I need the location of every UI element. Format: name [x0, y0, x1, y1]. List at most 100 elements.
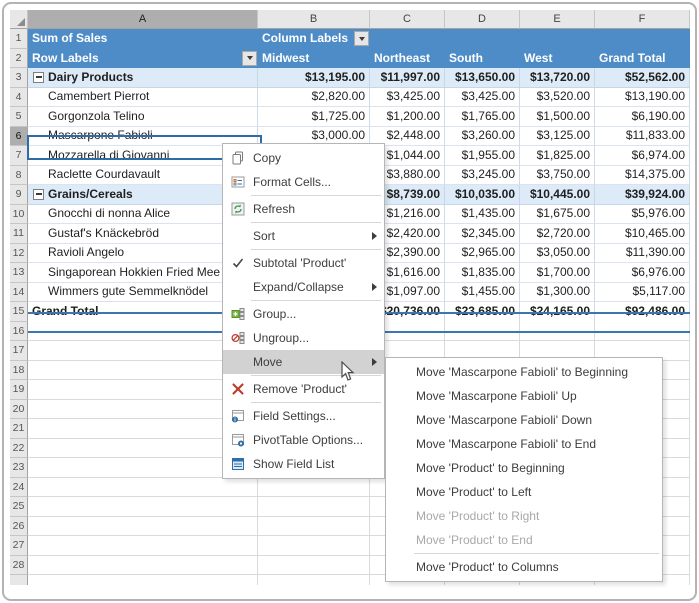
menu-item-move[interactable]: Move — [223, 350, 384, 374]
cell-E7[interactable]: $1,825.00 — [520, 146, 595, 166]
row-header-8[interactable]: 8 — [10, 166, 28, 186]
column-header-A[interactable]: A — [28, 10, 258, 29]
collapse-button[interactable] — [33, 189, 44, 200]
row-header-4[interactable]: 4 — [10, 88, 28, 108]
cell-A25[interactable] — [28, 497, 258, 517]
menu-item-move-mascarpone-fabioli-down[interactable]: Move 'Mascarpone Fabioli' Down — [386, 408, 662, 432]
menu-item-group[interactable]: Group... — [223, 302, 384, 326]
row-header-21[interactable]: 21 — [10, 419, 28, 439]
row-header-9[interactable]: 9 — [10, 185, 28, 205]
cell-F11[interactable]: $10,465.00 — [595, 224, 690, 244]
cell-F5[interactable]: $6,190.00 — [595, 107, 690, 127]
cell-E8[interactable]: $3,750.00 — [520, 166, 595, 186]
cell-B24[interactable] — [258, 478, 370, 498]
cell-E10[interactable]: $1,675.00 — [520, 205, 595, 225]
menu-item-refresh[interactable]: Refresh — [223, 197, 384, 221]
cell-B25[interactable] — [258, 497, 370, 517]
menu-item-move-product-to-right[interactable]: Move 'Product' to Right — [386, 504, 662, 528]
menu-item-format-cells[interactable]: Format Cells... — [223, 170, 384, 194]
row-header-27[interactable]: 27 — [10, 536, 28, 556]
row-header-28[interactable]: 28 — [10, 556, 28, 576]
cell-C4[interactable]: $3,425.00 — [370, 88, 445, 108]
cell-C3[interactable]: $11,997.00 — [370, 68, 445, 88]
cell-F7[interactable]: $6,974.00 — [595, 146, 690, 166]
menu-item-copy[interactable]: Copy — [223, 146, 384, 170]
row-header-2[interactable]: 2 — [10, 49, 28, 69]
cell-F1[interactable] — [595, 29, 690, 49]
select-all-button[interactable] — [10, 10, 28, 29]
cell-B29[interactable] — [258, 575, 370, 585]
cell-B4[interactable]: $2,820.00 — [258, 88, 370, 108]
cell-F12[interactable]: $11,390.00 — [595, 244, 690, 264]
cell-A1[interactable]: Sum of Sales — [28, 29, 258, 49]
row-header-5[interactable]: 5 — [10, 107, 28, 127]
menu-item-remove-product[interactable]: Remove 'Product' — [223, 377, 384, 401]
column-header-E[interactable]: E — [520, 10, 595, 29]
row-header-26[interactable]: 26 — [10, 517, 28, 537]
cell-A24[interactable] — [28, 478, 258, 498]
cell-B5[interactable]: $1,725.00 — [258, 107, 370, 127]
row-header-1[interactable]: 1 — [10, 29, 28, 49]
collapse-button[interactable] — [33, 72, 44, 83]
menu-item-subtotal-product[interactable]: Subtotal 'Product' — [223, 251, 384, 275]
menu-item-field-settings[interactable]: iField Settings... — [223, 404, 384, 428]
row-header-7[interactable]: 7 — [10, 146, 28, 166]
column-header-D[interactable]: D — [445, 10, 520, 29]
cell-F8[interactable]: $14,375.00 — [595, 166, 690, 186]
cell-D8[interactable]: $3,245.00 — [445, 166, 520, 186]
cell-F9[interactable]: $39,924.00 — [595, 185, 690, 205]
cell-F4[interactable]: $13,190.00 — [595, 88, 690, 108]
cell-E4[interactable]: $3,520.00 — [520, 88, 595, 108]
cell-E2[interactable]: West — [520, 49, 595, 69]
row-header-19[interactable]: 19 — [10, 380, 28, 400]
row-header-18[interactable]: 18 — [10, 361, 28, 381]
column-header-C[interactable]: C — [370, 10, 445, 29]
cell-E5[interactable]: $1,500.00 — [520, 107, 595, 127]
menu-item-pivottable-options[interactable]: PivotTable Options... — [223, 428, 384, 452]
menu-item-ungroup[interactable]: Ungroup... — [223, 326, 384, 350]
row-header-13[interactable]: 13 — [10, 263, 28, 283]
cell-E1[interactable] — [520, 29, 595, 49]
cell-A26[interactable] — [28, 517, 258, 537]
menu-item-show-field-list[interactable]: Show Field List — [223, 452, 384, 476]
cell-F10[interactable]: $5,976.00 — [595, 205, 690, 225]
cell-D2[interactable]: South — [445, 49, 520, 69]
row-header-3[interactable]: 3 — [10, 68, 28, 88]
row-header-22[interactable]: 22 — [10, 439, 28, 459]
cell-F14[interactable]: $5,117.00 — [595, 283, 690, 303]
cell-B3[interactable]: $13,195.00 — [258, 68, 370, 88]
menu-item-move-product-to-columns[interactable]: Move 'Product' to Columns — [386, 555, 662, 579]
row-header-15[interactable]: 15 — [10, 302, 28, 322]
cell-A5[interactable]: Gorgonzola Telino — [28, 107, 258, 127]
cell-E11[interactable]: $2,720.00 — [520, 224, 595, 244]
cell-E9[interactable]: $10,445.00 — [520, 185, 595, 205]
column-header-B[interactable]: B — [258, 10, 370, 29]
cell-F2[interactable]: Grand Total — [595, 49, 690, 69]
row-header-24[interactable]: 24 — [10, 478, 28, 498]
cell-E13[interactable]: $1,700.00 — [520, 263, 595, 283]
cell-C1[interactable] — [370, 29, 445, 49]
menu-item-move-product-to-end[interactable]: Move 'Product' to End — [386, 528, 662, 552]
menu-item-sort[interactable]: Sort — [223, 224, 384, 248]
cell-D6[interactable]: $3,260.00 — [445, 127, 520, 147]
row-header-23[interactable]: 23 — [10, 458, 28, 478]
cell-E12[interactable]: $3,050.00 — [520, 244, 595, 264]
menu-item-move-mascarpone-fabioli-up[interactable]: Move 'Mascarpone Fabioli' Up — [386, 384, 662, 408]
menu-item-expand-collapse[interactable]: Expand/Collapse — [223, 275, 384, 299]
cell-F13[interactable]: $6,976.00 — [595, 263, 690, 283]
cell-E3[interactable]: $13,720.00 — [520, 68, 595, 88]
cell-B1[interactable]: Column Labels — [258, 29, 370, 49]
column-labels-filter-button[interactable] — [354, 31, 369, 46]
cell-B28[interactable] — [258, 556, 370, 576]
row-header-25[interactable]: 25 — [10, 497, 28, 517]
cell-D3[interactable]: $13,650.00 — [445, 68, 520, 88]
row-header-29[interactable] — [10, 575, 28, 585]
cell-D5[interactable]: $1,765.00 — [445, 107, 520, 127]
cell-F3[interactable]: $52,562.00 — [595, 68, 690, 88]
cell-D4[interactable]: $3,425.00 — [445, 88, 520, 108]
cell-A4[interactable]: Camembert Pierrot — [28, 88, 258, 108]
cell-E6[interactable]: $3,125.00 — [520, 127, 595, 147]
menu-item-move-product-to-beginning[interactable]: Move 'Product' to Beginning — [386, 456, 662, 480]
row-header-12[interactable]: 12 — [10, 244, 28, 264]
cell-D13[interactable]: $1,835.00 — [445, 263, 520, 283]
